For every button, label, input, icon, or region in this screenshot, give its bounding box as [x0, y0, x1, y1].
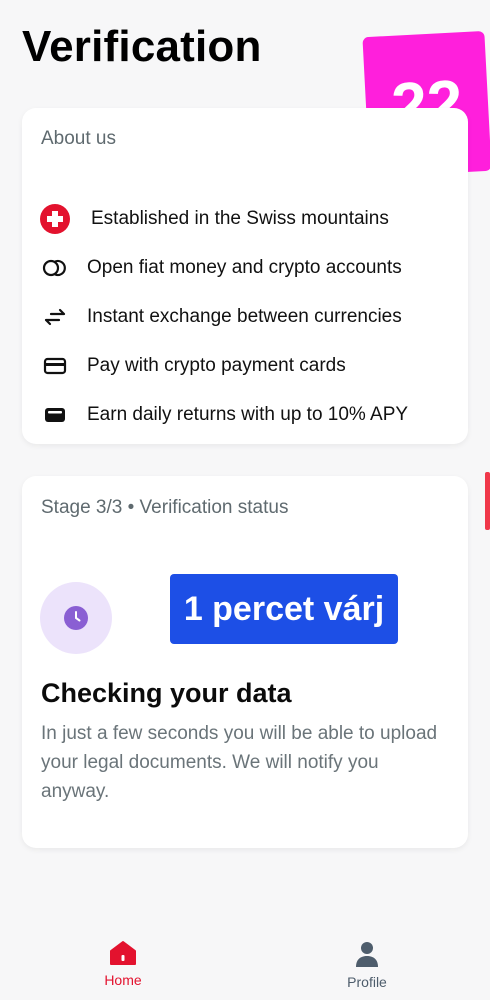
tab-profile[interactable]: Profile: [322, 940, 412, 990]
feature-item-swiss: Established in the Swiss mountains: [40, 194, 408, 243]
wait-overlay-label: 1 percet várj: [170, 574, 398, 644]
swiss-flag-icon: [40, 203, 70, 234]
verification-screen: Verification 22 About us Established in …: [0, 0, 490, 1000]
feature-item-cards: Pay with crypto payment cards: [40, 341, 408, 390]
double-ring-icon: [40, 253, 70, 283]
bottom-tab-bar: Home Profile: [0, 930, 490, 1000]
scroll-indicator[interactable]: [485, 472, 490, 530]
feature-label: Instant exchange between currencies: [87, 305, 402, 327]
tab-home-label: Home: [104, 972, 142, 988]
status-title: Checking your data: [41, 678, 292, 708]
about-us-card: About us Established in the Swiss mounta…: [22, 108, 468, 444]
profile-icon: [356, 942, 378, 967]
clock-badge: [40, 582, 112, 654]
clock-icon: [64, 606, 88, 630]
page-title: Verification: [22, 22, 262, 71]
tab-home[interactable]: Home: [78, 940, 168, 988]
feature-label: Earn daily returns with up to 10% APY: [87, 403, 409, 425]
tab-profile-label: Profile: [347, 974, 387, 990]
verification-status-card: Stage 3/3 • Verification status 1 percet…: [22, 476, 468, 848]
feature-list: Established in the Swiss mountains Open …: [40, 194, 408, 439]
feature-item-returns: Earn daily returns with up to 10% APY: [40, 390, 408, 439]
feature-label: Open fiat money and crypto accounts: [87, 256, 402, 278]
feature-label: Pay with crypto payment cards: [87, 354, 346, 376]
credit-card-icon: [40, 351, 70, 381]
feature-item-exchange: Instant exchange between currencies: [40, 292, 408, 341]
wallet-icon: [40, 400, 70, 430]
about-us-heading: About us: [41, 128, 116, 149]
home-icon: [110, 941, 136, 965]
exchange-arrows-icon: [40, 302, 70, 332]
feature-label: Established in the Swiss mountains: [91, 207, 389, 229]
stage-heading: Stage 3/3 • Verification status: [41, 497, 289, 518]
feature-item-accounts: Open fiat money and crypto accounts: [40, 243, 408, 292]
status-description: In just a few seconds you will be able t…: [41, 723, 438, 802]
